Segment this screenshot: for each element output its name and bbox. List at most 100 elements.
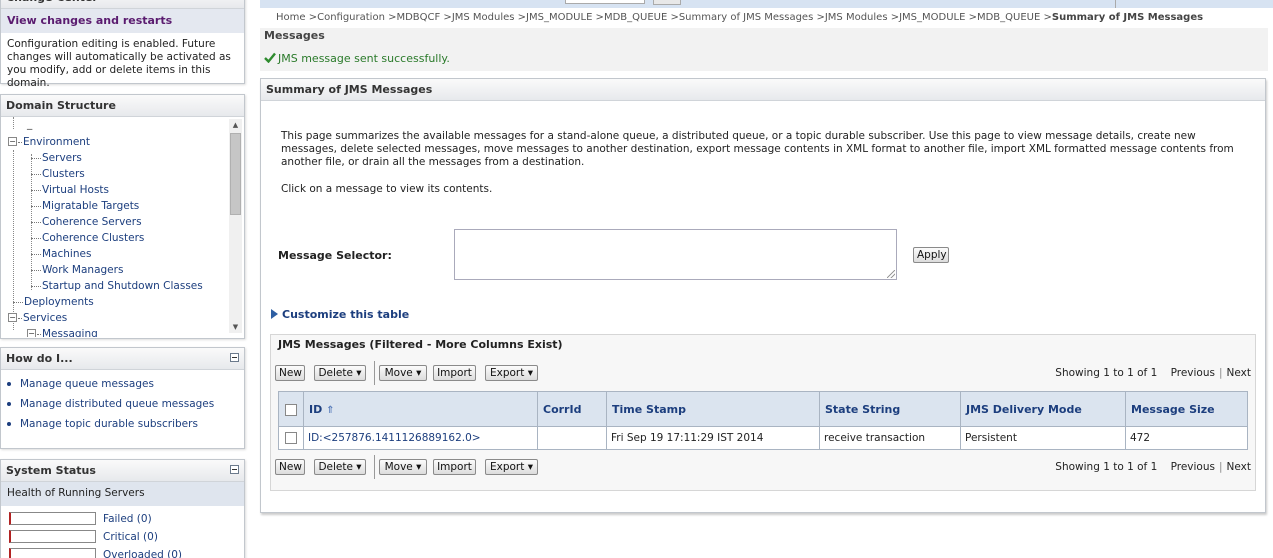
corrid-cell [537,426,607,450]
services-expander[interactable]: − [8,313,17,322]
scroll-up-icon[interactable]: ▲ [229,119,242,131]
change-center-text: Configuration editing is enabled. Future… [7,38,231,89]
tree-item-messaging[interactable]: Messaging [37,328,98,337]
scroll-thumb[interactable] [230,133,241,215]
divider [1115,0,1116,8]
move-button[interactable]: Move ▾ [379,365,427,381]
move-button[interactable]: Move ▾ [379,459,427,475]
tree-item-services[interactable]: Services [18,312,67,324]
tree-item-coherence-clusters[interactable]: Coherence Clusters [31,232,144,244]
checkmark-icon [264,52,276,63]
health-link-overloaded[interactable]: Overloaded (0) [103,549,182,558]
how-to-link-durable-subscribers[interactable]: Manage topic durable subscribers [6,418,244,430]
how-to-link-distributed-queue[interactable]: Manage distributed queue messages [6,398,244,410]
previous-link[interactable]: Previous [1171,367,1215,379]
dropdown-arrow-icon: ▾ [416,367,422,379]
intro-text: This page summarizes the available messa… [281,130,1234,168]
message-id-link[interactable]: ID:<257876.1411126889162.0> [303,426,538,450]
column-header-corrid[interactable]: CorrId [537,391,607,427]
delivery-mode-cell: Persistent [960,426,1126,450]
how-to-link-queue[interactable]: Manage queue messages [6,378,244,390]
column-header-delivery-mode[interactable]: JMS Delivery Mode [960,391,1126,427]
collapse-icon[interactable] [230,465,239,474]
environment-expander[interactable]: − [8,137,17,146]
top-strip [260,0,1273,8]
tree-item-coherence-servers[interactable]: Coherence Servers [31,216,142,228]
next-link[interactable]: Next [1227,367,1251,379]
column-header-id[interactable]: ID ⇑ [303,391,538,427]
health-row-critical: Critical (0) [1,527,244,545]
tree-item-clusters[interactable]: Clusters [31,168,85,180]
summary-panel: Summary of JMS Messages This page summar… [260,78,1266,513]
health-link-failed[interactable]: Failed (0) [103,513,152,525]
timestamp-cell: Fri Sep 19 17:11:29 IST 2014 [606,426,820,450]
customize-table-link[interactable]: Customize this table [271,308,409,321]
messaging-expander[interactable]: − [27,329,36,337]
health-bar [9,512,96,525]
new-button[interactable]: New [275,459,305,475]
breadcrumb-current: Summary of JMS Messages [1051,12,1204,23]
health-row-overloaded: Overloaded (0) [1,545,244,558]
delete-button[interactable]: Delete ▾ [314,365,366,381]
next-link[interactable]: Next [1227,461,1251,473]
click-instruction: Click on a message to view its contents. [281,183,493,195]
import-button[interactable]: Import [433,365,476,381]
tree-item-startup-shutdown-classes[interactable]: Startup and Shutdown Classes [31,280,203,292]
domain-structure-panel: Domain Structure _ − Environment Servers… [0,94,245,339]
pagination-top: Showing 1 to 1 of 1 Previous | Next [1055,367,1251,379]
tree-item-deployments[interactable]: Deployments [13,296,94,308]
table-row[interactable]: ID:<257876.1411126889162.0> Fri Sep 19 1… [278,426,1248,450]
apply-button[interactable]: Apply [913,247,949,263]
view-changes-link[interactable]: View changes and restarts [1,9,244,33]
breadcrumb-path[interactable]: Home >Configuration >MDBQCF >JMS Modules… [276,12,1052,23]
how-do-i-title: How do I... [1,348,244,370]
state-string-cell: receive transaction [819,426,961,450]
column-header-timestamp[interactable]: Time Stamp [606,391,820,427]
collapse-icon[interactable] [230,353,239,362]
how-do-i-panel: How do I... Manage queue messages Manage… [0,347,245,449]
scroll-down-icon[interactable]: ▼ [229,321,242,333]
tree-scrollbar[interactable]: ▲ ▼ [229,119,242,333]
health-row-failed: Failed (0) [1,509,244,527]
export-button[interactable]: Export ▾ [485,365,538,381]
dropdown-arrow-icon: ▾ [416,461,422,473]
delete-button[interactable]: Delete ▾ [314,459,366,475]
breadcrumb[interactable]: Home >Configuration >MDBQCF >JMS Modules… [276,12,1203,23]
column-header-state-string[interactable]: State String [819,391,961,427]
tree-item-machines[interactable]: Machines [31,248,91,260]
expand-triangle-icon [271,309,278,319]
sort-ascending-icon[interactable]: ⇑ [326,405,334,416]
tree-item-virtual-hosts[interactable]: Virtual Hosts [31,184,109,196]
row-checkbox[interactable] [285,432,297,444]
toolbar-separator [374,455,375,479]
new-button[interactable]: New [275,365,305,381]
tree-item-servers[interactable]: Servers [31,152,82,164]
breadcrumb-bar: Home >Configuration >MDBQCF >JMS Modules… [260,0,1273,28]
column-header-message-size[interactable]: Message Size [1125,391,1248,427]
showing-text: Showing 1 to 1 of 1 [1055,461,1158,473]
tree-item-migratable-targets[interactable]: Migratable Targets [31,200,139,212]
resize-grip-icon[interactable] [887,270,895,278]
previous-link[interactable]: Previous [1171,461,1215,473]
summary-title: Summary of JMS Messages [261,79,1265,101]
search-field[interactable] [565,0,645,4]
health-title: Health of Running Servers [1,482,244,506]
jms-messages-table-region: JMS Messages (Filtered - More Columns Ex… [270,334,1256,491]
message-selector-input[interactable] [454,229,897,280]
health-bar [9,530,96,543]
table-title: JMS Messages (Filtered - More Columns Ex… [278,338,563,351]
tree-item-environment[interactable]: Environment [18,136,90,148]
change-center-panel: Change Center View changes and restarts … [0,0,245,89]
export-button[interactable]: Export ▾ [485,459,538,475]
tree-item-work-managers[interactable]: Work Managers [31,264,123,276]
message-size-cell: 472 [1125,426,1248,450]
system-status-panel: System Status Health of Running Servers … [0,459,245,558]
messages-area: Messages JMS message sent successfully. [260,28,1268,71]
select-all-checkbox[interactable] [285,403,297,416]
message-selector-label: Message Selector: [278,249,392,262]
search-button[interactable] [653,0,681,5]
row-select-cell [278,426,304,450]
import-button[interactable]: Import [433,459,476,475]
health-link-critical[interactable]: Critical (0) [103,531,158,543]
system-status-title: System Status [1,460,244,482]
